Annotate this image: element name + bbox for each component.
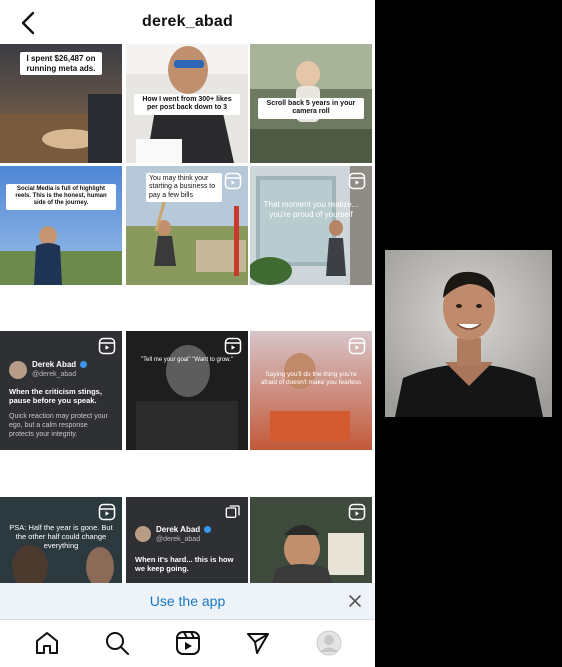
reel-icon — [224, 337, 242, 355]
quote-headline: When it's hard... this is how we keep go… — [135, 555, 234, 574]
send-icon[interactable] — [245, 630, 271, 656]
post-tile[interactable]: You may think your starting a business t… — [126, 166, 248, 285]
post-caption: You may think your starting a business t… — [146, 173, 222, 203]
verified-badge-icon — [80, 361, 87, 368]
post-caption: Scroll back 5 years in your camera roll — [258, 98, 364, 119]
post-tile[interactable]: Social Media is full of highlight reels.… — [0, 166, 122, 285]
author-name: Derek Abad — [156, 525, 201, 534]
post-tile[interactable]: I spent $26,487 on running meta ads. — [0, 44, 122, 163]
top-bar: derek_abad — [0, 0, 375, 44]
profile-username-title: derek_abad — [142, 13, 233, 30]
reels-icon[interactable] — [175, 630, 201, 656]
post-tile[interactable]: That moment you realize... you're proud … — [250, 166, 372, 285]
search-icon[interactable] — [104, 630, 130, 656]
verified-badge-icon — [204, 526, 211, 533]
post-tile[interactable]: Scroll back 5 years in your camera roll — [250, 44, 372, 163]
home-icon[interactable] — [34, 630, 60, 656]
post-caption: Saying you'll do the thing you're afraid… — [260, 371, 362, 386]
author-handle: @derek_abad — [32, 371, 77, 378]
reel-icon — [348, 503, 366, 521]
post-tile[interactable]: "Tell me your goal" "Want to grow." — [126, 331, 248, 450]
post-caption: How I went from 300+ likes per post back… — [134, 94, 240, 115]
post-caption: PSA: Half the year is gone. But the othe… — [9, 523, 113, 550]
post-tile[interactable]: Derek Abad @derek_abad When the criticis… — [0, 331, 122, 450]
reel-icon — [348, 172, 366, 190]
author-avatar — [9, 361, 27, 379]
reel-icon — [98, 337, 116, 355]
post-tile[interactable]: Saying you'll do the thing you're afraid… — [250, 331, 372, 450]
close-icon[interactable] — [347, 593, 363, 609]
post-caption: "Tell me your goal" "Want to grow." — [140, 357, 233, 363]
reel-icon — [224, 172, 242, 190]
bottom-navigation — [0, 619, 375, 667]
post-caption: That moment you realize... you're proud … — [263, 200, 359, 219]
reel-icon — [98, 503, 116, 521]
author-name: Derek Abad — [32, 360, 77, 369]
reel-icon — [348, 337, 366, 355]
use-app-banner: Use the app — [0, 583, 375, 619]
post-caption: I spent $26,487 on running meta ads. — [20, 52, 102, 76]
carousel-icon — [225, 505, 240, 518]
post-tile[interactable]: How I went from 300+ likes per post back… — [126, 44, 248, 163]
profile-photo — [385, 250, 552, 417]
use-app-link[interactable]: Use the app — [0, 593, 375, 609]
author-avatar — [135, 526, 151, 542]
post-caption: Social Media is full of highlight reels.… — [6, 184, 116, 210]
profile-avatar-icon[interactable] — [316, 630, 342, 656]
quote-body: Quick reaction may protect your ego, but… — [9, 413, 108, 438]
instagram-profile-screen: derek_abad I spent $26,487 on running me… — [0, 0, 375, 667]
author-handle: @derek_abad — [156, 536, 201, 543]
quote-headline: When the criticism stings, pause before … — [9, 387, 102, 406]
